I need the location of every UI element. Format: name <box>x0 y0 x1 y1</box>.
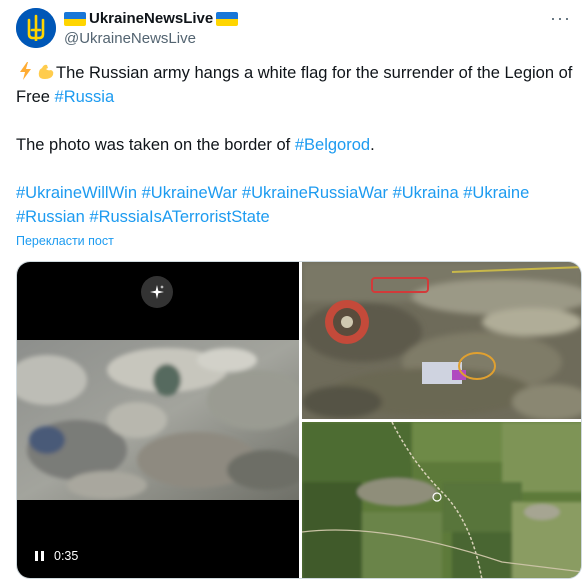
tweet-body-period: . <box>370 136 375 154</box>
video-controls: 0:35 <box>35 549 78 563</box>
pause-icon[interactable] <box>35 551 44 561</box>
hashtag-link[interactable]: #Russian <box>16 208 85 226</box>
hashtag-link[interactable]: #RussiaIsATerroristState <box>89 208 269 226</box>
photo-aerial-annotated[interactable] <box>302 262 581 419</box>
lightning-icon <box>20 62 31 80</box>
ukraine-flag-icon <box>216 11 239 26</box>
tweet-text-line2: The photo was taken on the border of #Be… <box>16 133 576 157</box>
tweet-text-line1: The Russian army hangs a white flag for … <box>16 61 576 109</box>
hashtag-list: #UkraineWillWin #UkraineWar #UkraineRuss… <box>16 181 576 229</box>
sparkle-button[interactable] <box>141 276 173 308</box>
hashtag-link[interactable]: #UkraineRussiaWar <box>242 184 388 202</box>
avatar[interactable] <box>16 8 56 48</box>
hashtag-belgorod[interactable]: #Belgorod <box>295 136 370 154</box>
flexed-bicep-icon <box>38 64 54 79</box>
hashtag-link[interactable]: #UkraineWillWin <box>16 184 137 202</box>
translate-post-link[interactable]: Перекласти пост <box>16 234 114 248</box>
hashtag-link[interactable]: #Ukraina <box>393 184 459 202</box>
video-frame[interactable] <box>17 340 299 500</box>
display-name[interactable]: UkraineNewsLive <box>89 10 213 27</box>
tweet-body-text: The photo was taken on the border of <box>16 136 295 154</box>
hashtag-link[interactable]: #Ukraine <box>463 184 529 202</box>
video-player[interactable]: 0:35 <box>17 262 299 578</box>
ukraine-flag-icon <box>64 11 86 26</box>
author-name-row[interactable]: UkraineNewsLive <box>64 10 239 27</box>
more-dots-icon[interactable]: ··· <box>550 8 571 29</box>
hashtag-link[interactable]: #UkraineWar <box>142 184 238 202</box>
hashtag-russia[interactable]: #Russia <box>55 88 115 106</box>
sparkle-icon <box>150 285 164 299</box>
ukraine-trident-icon <box>16 8 56 48</box>
media-grid: 0:35 <box>16 261 582 579</box>
video-timestamp: 0:35 <box>54 549 79 563</box>
photo-satellite-map[interactable] <box>302 422 581 578</box>
user-handle[interactable]: @UkraineNewsLive <box>64 30 196 47</box>
